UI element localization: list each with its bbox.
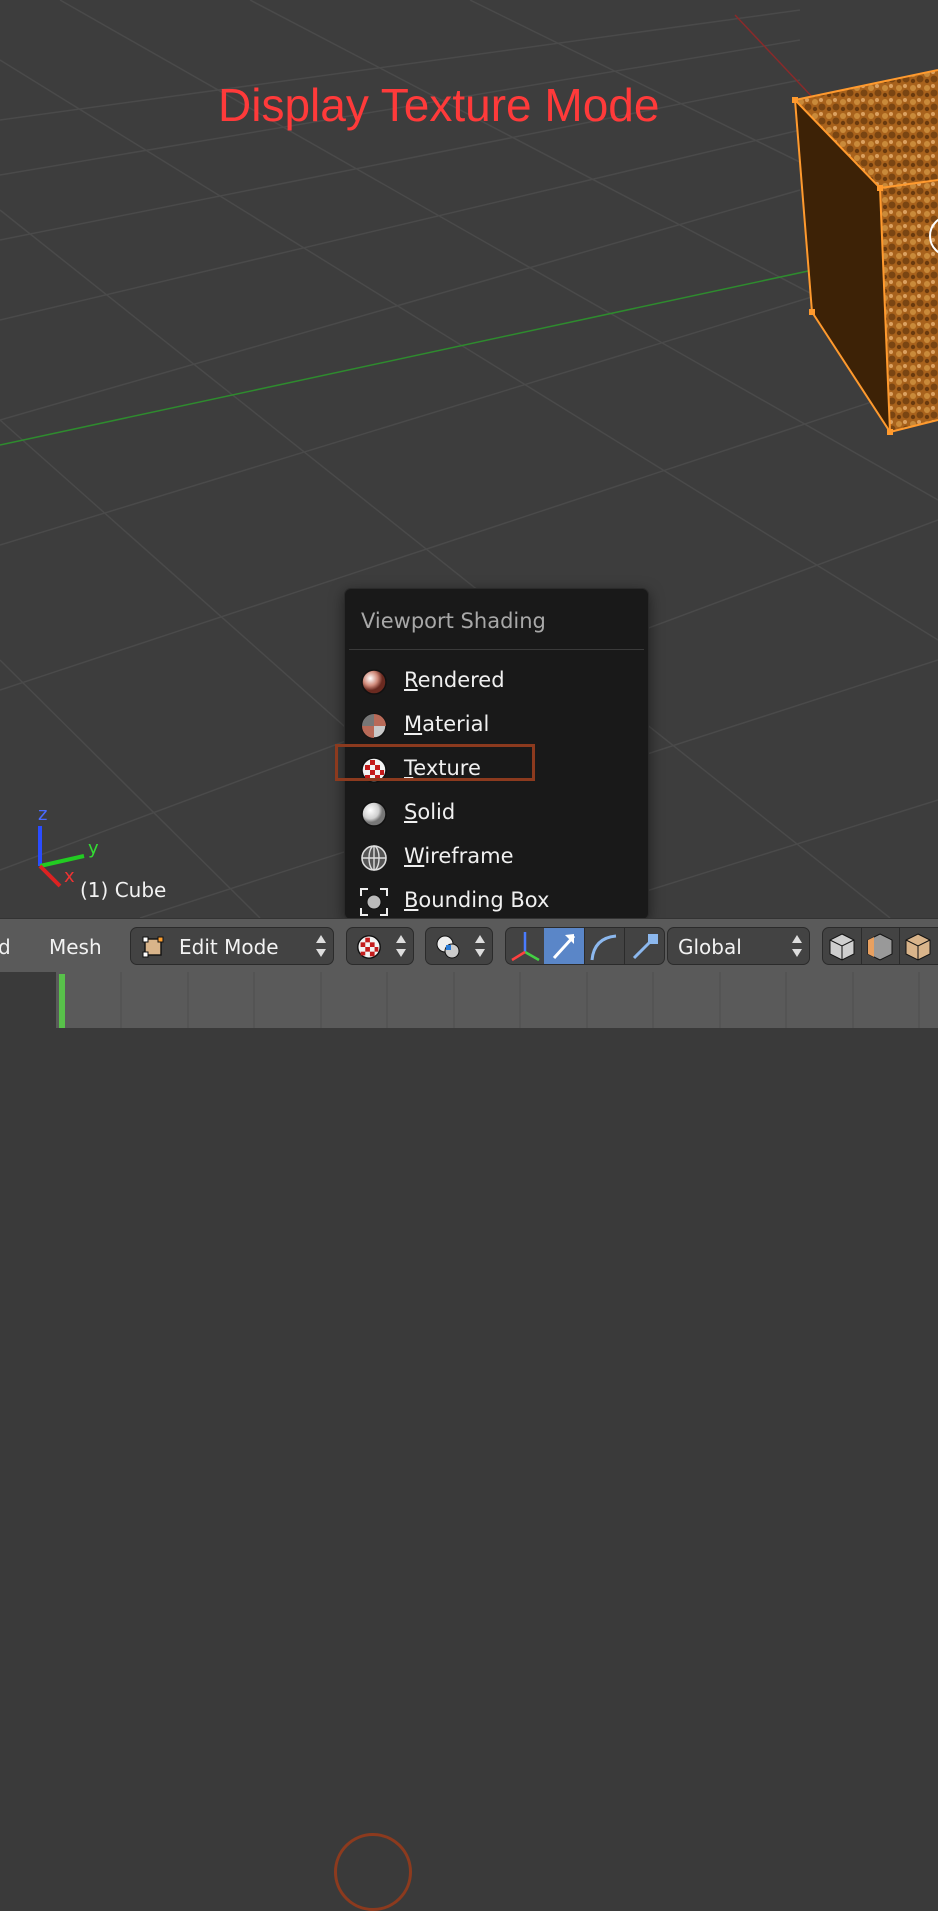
axis-z-label: z xyxy=(38,804,48,825)
mode-label: Edit Mode xyxy=(179,935,279,959)
updown-arrows-icon xyxy=(396,935,406,957)
edit-mode-icon xyxy=(142,936,164,958)
viewport-display-group xyxy=(822,927,938,965)
timeline-area[interactable] xyxy=(0,972,938,1028)
menu-item-label: Bounding Box xyxy=(404,888,550,912)
manipulator-toggle[interactable] xyxy=(506,928,545,964)
active-object-label: (1) Cube xyxy=(80,878,167,902)
menu-item-bounding-box[interactable]: Bounding Box xyxy=(345,881,648,921)
rotate-arc-icon xyxy=(590,934,617,961)
menu-item-label: Solid xyxy=(404,800,456,824)
rotate-toggle[interactable] xyxy=(584,928,625,964)
scale-handle-icon xyxy=(632,934,658,960)
textured-cube-toggle[interactable] xyxy=(899,928,938,964)
timeline-grid xyxy=(120,972,920,1028)
menu-item-material[interactable]: Material xyxy=(345,705,648,745)
orientation-label: Global xyxy=(678,935,742,959)
wireframe-sphere-icon xyxy=(361,845,387,871)
menu-partial[interactable]: d xyxy=(0,935,11,959)
menu-divider xyxy=(349,649,644,650)
texture-highlight-annotation xyxy=(335,744,535,781)
cube-faces-icon xyxy=(867,933,893,961)
solid-cube-toggle[interactable] xyxy=(823,928,862,964)
menu-item-label: Material xyxy=(404,712,490,736)
texture-checker-icon xyxy=(357,935,381,959)
xray-cube-toggle[interactable] xyxy=(861,928,900,964)
updown-arrows-icon xyxy=(475,935,485,957)
menu-title: Viewport Shading xyxy=(361,609,546,633)
solid-sphere-icon xyxy=(361,801,387,827)
mesh-menu[interactable]: Mesh xyxy=(49,935,102,959)
annotation-title: Display Texture Mode xyxy=(218,79,660,131)
bounding-box-icon xyxy=(360,888,388,916)
shading-circle-annotation xyxy=(334,1833,412,1911)
menu-item-solid[interactable]: Solid xyxy=(345,793,648,833)
timeline-gutter xyxy=(0,972,56,1028)
menu-item-wireframe[interactable]: Wireframe xyxy=(345,837,648,877)
timeline-track[interactable] xyxy=(56,972,938,1028)
menu-item-rendered[interactable]: Rendered xyxy=(345,661,648,701)
menu-item-label: Rendered xyxy=(404,668,505,692)
scale-toggle[interactable] xyxy=(624,928,664,964)
menu-item-label: Wireframe xyxy=(404,844,514,868)
mode-dropdown[interactable]: Edit Mode xyxy=(130,927,334,965)
translate-arrow-icon xyxy=(552,934,576,960)
viewport-header: d Mesh Edit Mode Global xyxy=(0,918,938,1911)
pivot-dropdown[interactable] xyxy=(425,927,493,965)
translate-toggle[interactable] xyxy=(544,928,585,964)
manipulator-group xyxy=(505,927,665,965)
timeline-playhead[interactable] xyxy=(59,974,65,1028)
shading-dropdown[interactable] xyxy=(346,927,414,965)
pivot-point-icon xyxy=(436,935,460,959)
cube-textured-icon xyxy=(905,933,931,961)
axis-x-label: x xyxy=(64,866,75,887)
material-sphere-icon xyxy=(361,713,387,739)
orientation-dropdown[interactable]: Global xyxy=(667,927,810,965)
manipulator-axes-icon xyxy=(511,932,540,962)
updown-arrows-icon xyxy=(792,935,802,957)
cube-solid-icon xyxy=(829,933,855,961)
updown-arrows-icon xyxy=(316,935,326,957)
axis-y-label: y xyxy=(88,838,99,859)
rendered-sphere-icon xyxy=(361,669,387,695)
